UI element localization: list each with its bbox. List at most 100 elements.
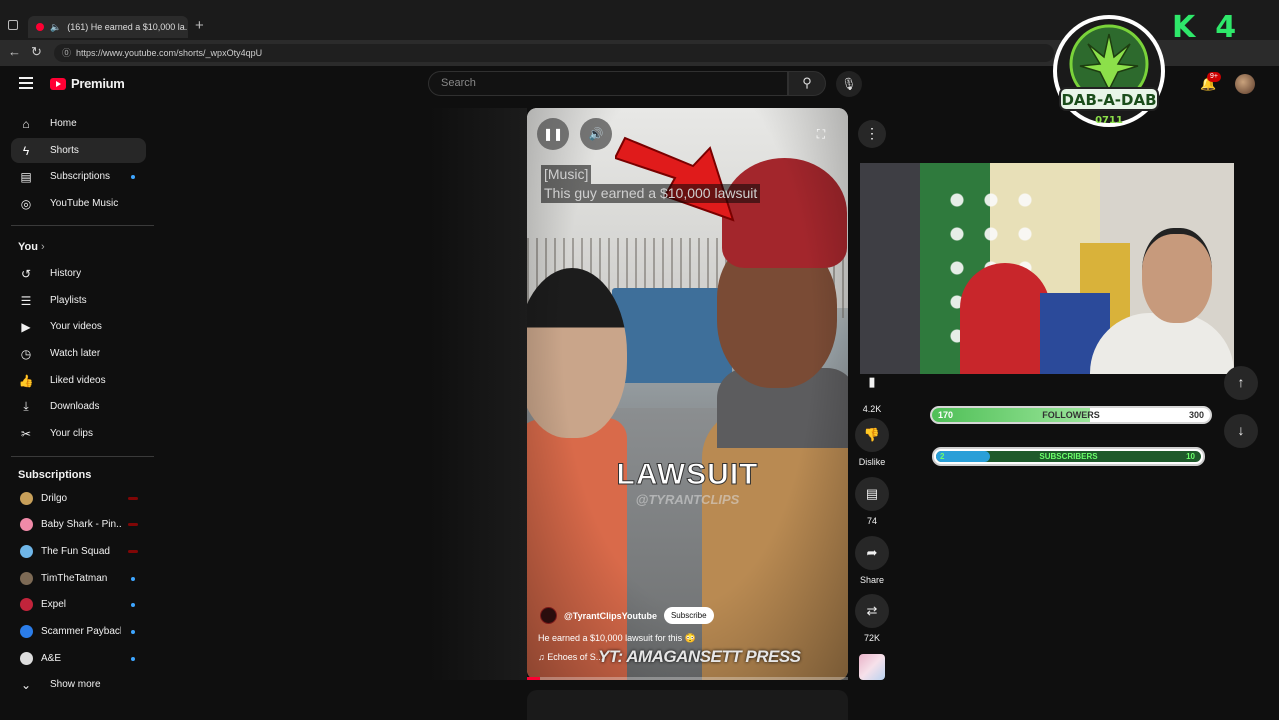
new-content-dot — [131, 657, 135, 661]
remix-count: 72K — [863, 633, 880, 643]
channel-name[interactable]: @TyrantClipsYoutube — [564, 611, 657, 621]
previous-short-button[interactable]: ↑ — [1224, 366, 1258, 400]
subscribe-button[interactable]: Subscribe — [663, 607, 714, 624]
next-short-button[interactable]: ↓ — [1224, 414, 1258, 448]
sidebar-item-label: A&E — [41, 653, 62, 664]
dislike-button[interactable]: 👎 — [855, 418, 889, 452]
sidebar-item-history[interactable]: ↺ History — [11, 261, 146, 286]
share-button[interactable]: ➦ — [855, 536, 889, 570]
audio-thumbnail[interactable] — [859, 654, 885, 680]
sidebar-item-watch-later[interactable]: ◷ Watch later — [11, 341, 146, 366]
chevron-down-icon: ⌄ — [20, 677, 32, 692]
tab-title: (161) He earned a $10,000 la... — [67, 22, 188, 32]
sidebar-item-label: Your videos — [50, 321, 102, 332]
sidebar-item-label: YouTube Music — [50, 198, 119, 209]
sidebar-item-your-videos[interactable]: ▶ Your videos — [11, 314, 146, 339]
youtube-favicon-icon — [36, 23, 44, 31]
followers-goal-bar: 170 FOLLOWERS 300 — [930, 406, 1212, 424]
sidebar-item-label: Your clips — [50, 428, 93, 439]
voice-search-button[interactable]: 🎙 — [836, 71, 862, 97]
mute-tab-icon[interactable]: 🔈 — [50, 22, 61, 33]
browser-tab[interactable]: 🔈 (161) He earned a $10,000 la... ✕ — [28, 16, 188, 38]
press-watermark: YT: AMAGANSETT PRESS — [598, 647, 801, 666]
search-input[interactable]: Search — [428, 71, 788, 96]
mic-icon: 🎙 — [841, 77, 857, 91]
sidebar-item-downloads[interactable]: ⤓ Downloads — [11, 394, 146, 419]
share-label: Share — [859, 575, 885, 585]
sidebar-item-label: Baby Shark - Pin... — [41, 519, 121, 530]
subscribers-goal: 10 — [1186, 452, 1195, 461]
volume-button[interactable]: 🔊 — [580, 118, 612, 150]
back-icon[interactable]: ← — [8, 44, 21, 59]
video-progress-fill — [527, 677, 540, 680]
channel-avatar[interactable] — [540, 607, 557, 624]
fullscreen-button[interactable]: ⛶ — [805, 118, 837, 150]
brand-name: Premium — [71, 76, 125, 91]
arrow-down-icon: ↓ — [1237, 422, 1245, 438]
search-placeholder: Search — [441, 77, 476, 89]
share-action[interactable]: ➦ Share — [855, 536, 889, 585]
channel-avatar — [20, 598, 33, 611]
site-info-icon[interactable]: ⓪ — [62, 44, 71, 62]
sidebar-item-subscription[interactable]: A&E — [11, 646, 146, 671]
thumbs-up-icon: ▮ — [868, 374, 876, 389]
remix-button[interactable]: ⇄ — [855, 594, 889, 628]
arrow-up-icon: ↑ — [1237, 374, 1245, 390]
clock-icon: ◷ — [20, 346, 32, 361]
sidebar-item-subscription[interactable]: Expel — [11, 592, 146, 617]
avatar[interactable] — [1235, 74, 1255, 94]
followers-goal: 300 — [1188, 410, 1204, 420]
sidebar-you-heading[interactable]: You › — [18, 241, 45, 253]
sidebar-item-subscription[interactable]: TimTheTatman — [11, 566, 146, 591]
new-tab-button[interactable]: + — [195, 17, 204, 34]
sidebar-item-liked-videos[interactable]: 👍 Liked videos — [11, 368, 146, 393]
search-icon: ⚲ — [802, 75, 812, 90]
search-button[interactable]: ⚲ — [788, 71, 826, 96]
remix-action[interactable]: ⇄ 72K — [855, 594, 889, 643]
sidebar-item-home[interactable]: ⌂ Home — [11, 111, 146, 136]
live-indicator — [128, 523, 138, 526]
sidebar-item-youtube-music[interactable]: ◎ YouTube Music — [11, 191, 146, 216]
comments-action[interactable]: ▤ 74 — [855, 477, 889, 526]
sidebar-item-shorts[interactable]: ϟ Shorts — [11, 138, 146, 163]
sidebar-item-subscription[interactable]: Drilgo — [11, 486, 146, 511]
video-title[interactable]: He earned a $10,000 lawsuit for this 😳 — [538, 633, 696, 644]
menu-icon[interactable] — [19, 77, 33, 92]
dab-a-dab-logo: DAB-A-DAB 0711 — [1053, 15, 1165, 127]
sidebar-item-subscriptions[interactable]: ▤ Subscriptions — [11, 164, 146, 189]
pause-button[interactable]: ❚❚ — [537, 118, 569, 150]
logo-text: DAB-A-DAB — [1061, 91, 1156, 109]
history-icon: ↺ — [20, 266, 32, 281]
sidebar-item-label: Liked videos — [50, 375, 106, 386]
music-title: Echoes of S... — [547, 652, 604, 662]
your-videos-icon: ▶ — [21, 319, 31, 334]
scissors-icon: ✂ — [20, 426, 32, 441]
show-more-button[interactable]: ⌄ Show more — [11, 672, 146, 697]
caption-line: [Music] — [541, 165, 592, 184]
next-short-preview — [527, 690, 848, 720]
video-music[interactable]: ♫ Echoes of S... — [538, 652, 603, 662]
address-bar[interactable]: ⓪ https://www.youtube.com/shorts/_wpxOty… — [54, 44, 1054, 62]
sidebar-item-label: Expel — [41, 599, 67, 610]
youtube-logo[interactable]: Premium — [50, 76, 125, 91]
channel-avatar — [20, 545, 33, 558]
sidebar-item-label: Downloads — [50, 401, 100, 412]
more-options-button[interactable]: ⋮ — [858, 120, 886, 148]
sidebar-divider — [11, 225, 154, 226]
sidebar-item-your-clips[interactable]: ✂ Your clips — [11, 421, 146, 446]
sidebar-item-label: TimTheTatman — [41, 573, 108, 584]
reload-icon[interactable]: ↻ — [31, 44, 42, 60]
notification-count: 9+ — [1207, 72, 1221, 82]
sidebar-item-subscription[interactable]: Baby Shark - Pin... — [11, 512, 146, 537]
sidebar-item-subscription[interactable]: Scammer Payback — [11, 619, 146, 644]
channel-avatar — [20, 625, 33, 638]
window-menu-icon[interactable] — [8, 20, 18, 30]
comments-button[interactable]: ▤ — [855, 477, 889, 511]
dislike-action[interactable]: 👎 Dislike — [855, 418, 889, 467]
show-more-label: Show more — [50, 679, 101, 690]
sidebar-item-subscription[interactable]: The Fun Squad — [11, 539, 146, 564]
url-text: https://www.youtube.com/shorts/_wpxOty4q… — [76, 48, 263, 58]
dislike-label: Dislike — [858, 457, 886, 467]
sidebar-item-playlists[interactable]: ☰ Playlists — [11, 288, 146, 313]
video-progress-bar[interactable] — [527, 677, 848, 680]
